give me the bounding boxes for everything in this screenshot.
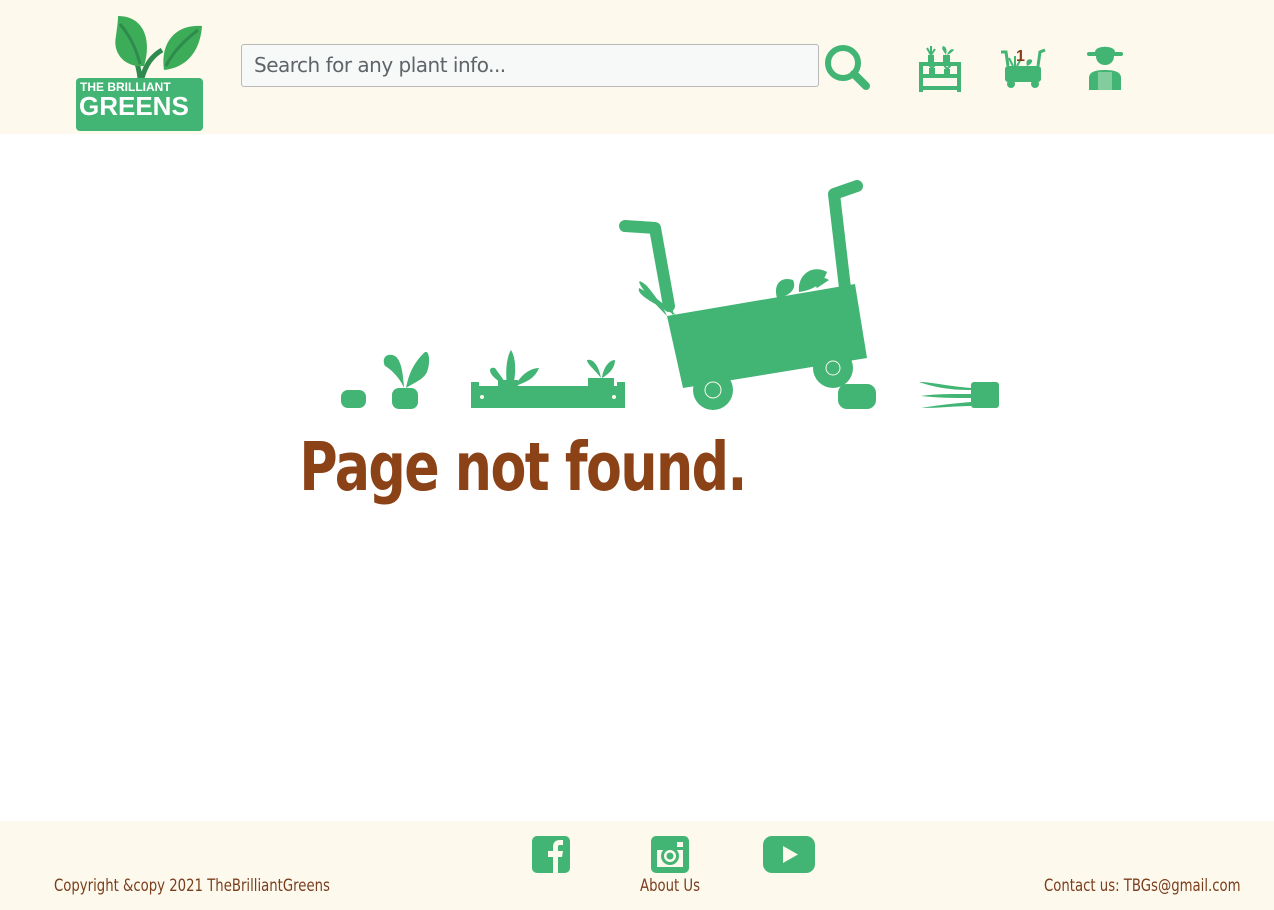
contact-text: Contact us: TBGs@gmail.com bbox=[1044, 876, 1241, 896]
fallen-pot-shape bbox=[838, 384, 876, 409]
brand-logo[interactable]: THE BRILLIANT GREENS bbox=[74, 14, 206, 131]
tipped-pot-shape bbox=[971, 382, 999, 408]
youtube-link[interactable] bbox=[763, 836, 815, 873]
planter-box-shape bbox=[471, 386, 624, 408]
small-pot-shape bbox=[341, 390, 366, 408]
gardener-user-icon bbox=[1087, 46, 1123, 90]
search-icon bbox=[825, 45, 870, 90]
search-input[interactable] bbox=[241, 44, 819, 87]
plant-shelf-icon bbox=[919, 46, 961, 92]
page-title: Page not found. bbox=[299, 428, 747, 506]
instagram-link[interactable] bbox=[651, 836, 689, 873]
account-button[interactable] bbox=[1085, 44, 1125, 92]
site-footer bbox=[0, 821, 1274, 910]
copyright-text: Copyright &copy 2021 TheBrilliantGreens bbox=[54, 876, 330, 896]
logo-text-main: GREENS bbox=[79, 91, 189, 121]
site-header: THE BRILLIANT GREENS Search for any plan… bbox=[0, 0, 1274, 134]
facebook-link[interactable] bbox=[532, 836, 570, 873]
cart-count-badge: 1 bbox=[1016, 48, 1025, 65]
facebook-icon bbox=[532, 836, 570, 873]
plant-shelf-button[interactable] bbox=[917, 44, 963, 92]
instagram-icon bbox=[651, 836, 689, 873]
not-found-illustration bbox=[337, 176, 1007, 416]
youtube-icon bbox=[763, 836, 815, 873]
leaves-icon bbox=[115, 16, 202, 79]
about-us-link[interactable]: About Us bbox=[640, 876, 700, 896]
logo-badge: THE BRILLIANT GREENS bbox=[76, 78, 203, 131]
search-button[interactable] bbox=[823, 43, 871, 91]
plant-pot-shape bbox=[392, 388, 418, 409]
